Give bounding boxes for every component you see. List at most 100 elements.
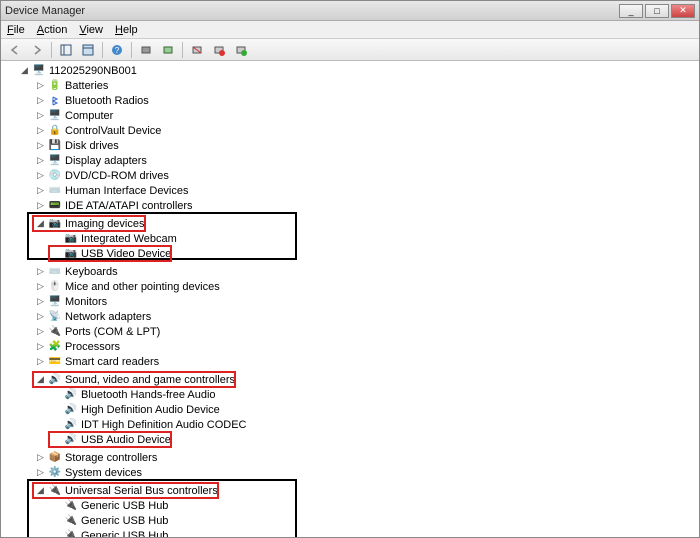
menubar: FFileile Action View Help — [1, 21, 699, 39]
device-label: IDT High Definition Audio CODEC — [81, 419, 246, 431]
category-display-adapters[interactable]: ▷🖥️Display adapters — [33, 153, 699, 168]
category-usb-controllers[interactable]: ◢🔌Universal Serial Bus controllers — [33, 483, 218, 498]
expand-icon[interactable]: ▷ — [35, 185, 46, 196]
category-keyboards[interactable]: ▷⌨️Keyboards — [33, 264, 699, 279]
device-usb-audio[interactable]: 🔊USB Audio Device — [49, 432, 171, 447]
expand-icon[interactable]: ▷ — [35, 155, 46, 166]
category-batteries[interactable]: ▷🔋Batteries — [33, 78, 699, 93]
expand-icon[interactable]: ▷ — [35, 170, 46, 181]
category-processors[interactable]: ▷🧩Processors — [33, 339, 699, 354]
device-generic-usb-hub[interactable]: 🔌Generic USB Hub — [49, 498, 699, 513]
menu-help[interactable]: Help — [115, 24, 138, 36]
menu-view[interactable]: View — [79, 24, 103, 36]
category-storage[interactable]: ▷📦Storage controllers — [33, 450, 699, 465]
help-button[interactable]: ? — [107, 41, 127, 59]
window-buttons: _ □ ✕ — [619, 4, 695, 18]
category-controlvault[interactable]: ▷🔒ControlVault Device — [33, 123, 699, 138]
category-hid[interactable]: ▷⌨️Human Interface Devices — [33, 183, 699, 198]
camera-icon: 📷 — [64, 247, 78, 261]
category-smartcard[interactable]: ▷💳Smart card readers — [33, 354, 699, 369]
expand-icon[interactable]: ▷ — [35, 80, 46, 91]
expand-icon[interactable]: ▷ — [35, 296, 46, 307]
expand-icon[interactable]: ▷ — [35, 140, 46, 151]
collapse-icon[interactable]: ◢ — [35, 374, 46, 385]
category-mice[interactable]: ▷🖱️Mice and other pointing devices — [33, 279, 699, 294]
device-hda[interactable]: 🔊High Definition Audio Device — [49, 402, 699, 417]
category-system[interactable]: ▷⚙️System devices — [33, 465, 699, 480]
device-label: Bluetooth Hands-free Audio — [81, 389, 216, 401]
category-bluetooth[interactable]: ▷Bluetooth Radios — [33, 93, 699, 108]
menu-file[interactable]: FFileile — [7, 24, 25, 36]
expand-icon[interactable]: ▷ — [35, 200, 46, 211]
sound-icon: 🔊 — [64, 388, 78, 402]
category-dvd[interactable]: ▷💿DVD/CD-ROM drives — [33, 168, 699, 183]
forward-button[interactable] — [27, 41, 47, 59]
category-disk-drives[interactable]: ▷💾Disk drives — [33, 138, 699, 153]
device-generic-usb-hub[interactable]: 🔌Generic USB Hub — [49, 528, 699, 537]
usb-icon: 🔌 — [64, 529, 78, 538]
enable-button[interactable] — [231, 41, 251, 59]
category-ports[interactable]: ▷🔌Ports (COM & LPT) — [33, 324, 699, 339]
expand-icon[interactable]: ▷ — [35, 341, 46, 352]
disable-button[interactable] — [209, 41, 229, 59]
properties-button[interactable] — [78, 41, 98, 59]
category-ide[interactable]: ▷📟IDE ATA/ATAPI controllers — [33, 198, 699, 213]
expand-icon[interactable]: ▷ — [35, 311, 46, 322]
category-monitors[interactable]: ▷🖥️Monitors — [33, 294, 699, 309]
device-manager-window: Device Manager _ □ ✕ FFileile Action Vie… — [0, 0, 700, 538]
expand-icon[interactable]: ▷ — [35, 281, 46, 292]
device-usb-video[interactable]: 📷USB Video Device — [49, 246, 171, 261]
category-label: Sound, video and game controllers — [65, 374, 235, 386]
collapse-icon[interactable]: ◢ — [35, 485, 46, 496]
disc-icon: 💿 — [48, 169, 62, 183]
show-hide-tree-button[interactable] — [56, 41, 76, 59]
collapse-icon[interactable]: ◢ — [19, 65, 30, 76]
expand-icon[interactable]: ▷ — [35, 356, 46, 367]
expand-icon[interactable]: ▷ — [35, 266, 46, 277]
back-button[interactable] — [5, 41, 25, 59]
close-button[interactable]: ✕ — [671, 4, 695, 18]
menu-action[interactable]: Action — [37, 24, 68, 36]
expand-icon[interactable]: ▷ — [35, 125, 46, 136]
expand-icon[interactable]: ▷ — [35, 95, 46, 106]
expand-icon[interactable]: ▷ — [35, 326, 46, 337]
sound-icon: 🔊 — [64, 403, 78, 417]
security-icon: 🔒 — [48, 124, 62, 138]
svg-text:?: ? — [115, 46, 120, 55]
device-idt[interactable]: 🔊IDT High Definition Audio CODEC — [49, 417, 699, 432]
display-icon: 🖥️ — [48, 154, 62, 168]
category-label: Universal Serial Bus controllers — [65, 485, 218, 497]
device-label: High Definition Audio Device — [81, 404, 220, 416]
device-integrated-webcam[interactable]: 📷Integrated Webcam — [49, 231, 699, 246]
root-label: 112025290NB001 — [49, 65, 137, 77]
category-imaging-devices[interactable]: ◢📷Imaging devices — [33, 216, 145, 231]
expand-icon[interactable]: ▷ — [35, 467, 46, 478]
ide-icon: 📟 — [48, 199, 62, 213]
scan-hardware-button[interactable] — [136, 41, 156, 59]
usb-icon: 🔌 — [64, 514, 78, 528]
update-driver-button[interactable] — [158, 41, 178, 59]
cpu-icon: 🧩 — [48, 340, 62, 354]
titlebar[interactable]: Device Manager _ □ ✕ — [1, 1, 699, 21]
uninstall-button[interactable] — [187, 41, 207, 59]
minimize-button[interactable]: _ — [619, 4, 643, 18]
toolbar: ? — [1, 39, 699, 61]
device-label: Integrated Webcam — [81, 233, 177, 245]
maximize-button[interactable]: □ — [645, 4, 669, 18]
expand-icon[interactable]: ▷ — [35, 452, 46, 463]
collapse-icon[interactable]: ◢ — [35, 218, 46, 229]
separator-icon — [131, 42, 132, 58]
category-label: Human Interface Devices — [65, 185, 189, 197]
device-tree[interactable]: ◢ 🖥️ 112025290NB001 ▷🔋Batteries ▷Bluetoo… — [1, 61, 699, 537]
category-sound[interactable]: ◢🔊Sound, video and game controllers — [33, 372, 235, 387]
category-label: IDE ATA/ATAPI controllers — [65, 200, 193, 212]
device-generic-usb-hub[interactable]: 🔌Generic USB Hub — [49, 513, 699, 528]
root-node[interactable]: ◢ 🖥️ 112025290NB001 — [17, 63, 699, 78]
separator-icon — [102, 42, 103, 58]
device-bt-handsfree[interactable]: 🔊Bluetooth Hands-free Audio — [49, 387, 699, 402]
category-computer[interactable]: ▷🖥️Computer — [33, 108, 699, 123]
category-label: Network adapters — [65, 311, 151, 323]
category-network[interactable]: ▷📡Network adapters — [33, 309, 699, 324]
expand-icon[interactable]: ▷ — [35, 110, 46, 121]
device-label: Generic USB Hub — [81, 500, 168, 512]
